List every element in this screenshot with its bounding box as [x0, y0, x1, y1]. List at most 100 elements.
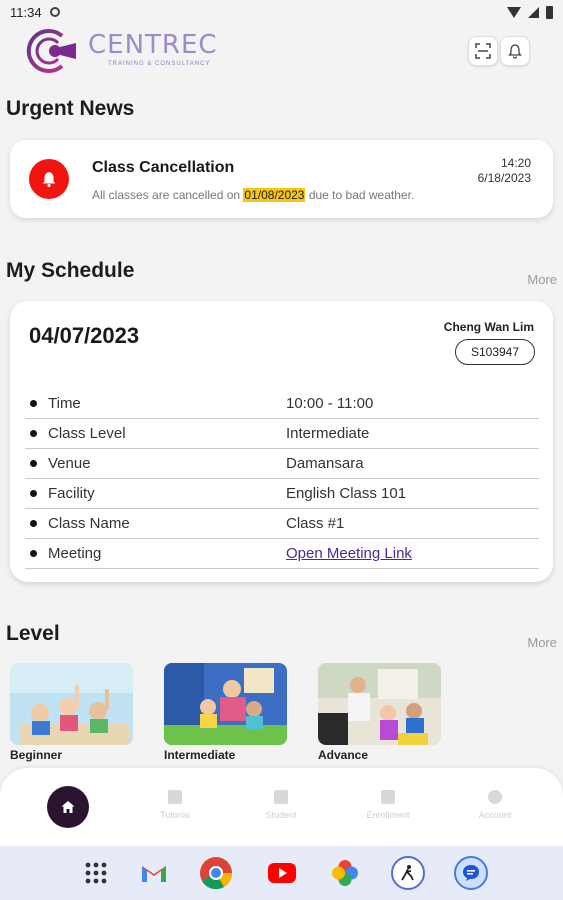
battery-icon [546, 5, 553, 19]
student-id-badge: S103947 [455, 339, 535, 365]
news-timestamp: 14:20 6/18/2023 [478, 156, 531, 186]
account-icon [488, 790, 502, 804]
row-value: Intermediate [286, 425, 370, 442]
row-value: Damansara [286, 455, 364, 472]
student-icon [274, 790, 288, 804]
alert-badge [29, 159, 69, 199]
chat-bubble-icon [463, 865, 479, 881]
schedule-row: Venue Damansara [25, 449, 539, 479]
row-label: Venue [48, 455, 91, 472]
level-label: Beginner [10, 748, 63, 762]
news-title: Class Cancellation [92, 159, 235, 176]
news-body-prefix: All classes are cancelled on [92, 188, 244, 202]
scan-icon [475, 43, 491, 59]
messages-app-button[interactable] [454, 856, 488, 890]
nav-label: Enrollment [366, 810, 410, 820]
photos-app-button[interactable] [328, 856, 362, 890]
level-list: Beginner Intermediate Advance [10, 663, 553, 763]
schedule-date: 04/07/2023 [29, 323, 140, 348]
nav-tutorial[interactable]: Tutorial [130, 790, 220, 820]
student-name: Cheng Wan Lim [443, 320, 534, 334]
schedule-row: Class Name Class #1 [25, 509, 539, 539]
row-label: Meeting [48, 545, 102, 562]
urgent-news-title: Urgent News [6, 97, 135, 120]
schedule-row: Meeting Open Meeting Link [25, 539, 539, 569]
nav-label: Account [478, 810, 512, 820]
level-card-beginner[interactable]: Beginner [10, 663, 133, 762]
level-more-link[interactable]: More [527, 635, 557, 650]
app-header: CENTREC TRAINING & CONSULTANCY [0, 24, 563, 80]
row-label: Class Level [48, 425, 126, 442]
figure-icon [401, 865, 414, 881]
centrec-app-button[interactable] [391, 856, 425, 890]
app-grid-icon [85, 862, 107, 884]
chrome-icon [200, 857, 233, 890]
centrec-logo-icon [26, 29, 76, 73]
photos-icon [332, 860, 358, 886]
youtube-icon [268, 863, 296, 883]
news-date: 6/18/2023 [477, 171, 531, 185]
nav-student[interactable]: Student [236, 790, 326, 820]
signal-icon [528, 6, 539, 18]
status-bar: 11:34 [0, 0, 563, 24]
status-time: 11:34 [10, 4, 42, 20]
gmail-icon [142, 866, 166, 882]
bullet-icon [30, 550, 37, 557]
level-card-advance[interactable]: Advance [318, 663, 441, 762]
brand-tagline: TRAINING & CONSULTANCY [108, 61, 211, 67]
nav-enrollment[interactable]: Enrollment [343, 790, 433, 820]
scan-button[interactable] [468, 36, 498, 66]
launcher-dock [0, 846, 563, 900]
youtube-app-button[interactable] [265, 856, 299, 890]
news-body-suffix: due to bad weather. [305, 188, 415, 202]
level-card-intermediate[interactable]: Intermediate [164, 663, 287, 762]
level-label: Intermediate [164, 748, 236, 762]
chrome-app-button[interactable] [199, 856, 233, 890]
advance-image [318, 663, 441, 745]
bell-icon [508, 44, 522, 59]
enrollment-icon [381, 790, 395, 804]
schedule-details: Time 10:00 - 11:00 Class Level Intermedi… [25, 389, 539, 569]
nav-label: Tutorial [160, 810, 190, 820]
wifi-icon [507, 6, 521, 18]
schedule-card[interactable]: 04/07/2023 Cheng Wan Lim S103947 Time 10… [10, 301, 553, 582]
row-value: 10:00 - 11:00 [286, 395, 374, 412]
schedule-row: Time 10:00 - 11:00 [25, 389, 539, 419]
bullet-icon [30, 490, 37, 497]
news-body-date-highlight: 01/08/2023 [243, 188, 306, 202]
nav-home-button[interactable] [47, 786, 89, 828]
level-label: Advance [318, 748, 369, 762]
nav-label: Student [265, 810, 297, 820]
status-notification-icon [49, 7, 60, 17]
schedule-row: Facility English Class 101 [25, 479, 539, 509]
news-body: All classes are cancelled on 01/08/2023 … [92, 188, 414, 202]
row-value: Class #1 [286, 515, 345, 532]
bell-icon [42, 172, 56, 188]
row-value: English Class 101 [286, 485, 407, 502]
intermediate-image [164, 663, 287, 745]
my-schedule-title: My Schedule [6, 259, 135, 282]
tutorial-icon [168, 790, 182, 804]
schedule-more-link[interactable]: More [527, 272, 557, 287]
bullet-icon [30, 460, 37, 467]
bullet-icon [30, 520, 37, 527]
row-label: Facility [48, 485, 95, 502]
bullet-icon [30, 400, 37, 407]
row-label: Time [48, 395, 81, 412]
notifications-button[interactable] [500, 36, 530, 66]
brand: CENTREC TRAINING & CONSULTANCY [88, 30, 218, 67]
level-title: Level [6, 622, 60, 645]
news-time: 14:20 [500, 156, 531, 170]
app-drawer-button[interactable] [79, 856, 113, 890]
nav-account[interactable]: Account [450, 790, 540, 820]
bullet-icon [30, 430, 37, 437]
bottom-navigation: Tutorial Student Enrollment Account [0, 768, 563, 846]
beginner-image [10, 663, 133, 745]
home-icon [61, 801, 75, 813]
schedule-row: Class Level Intermediate [25, 419, 539, 449]
row-label: Class Name [48, 515, 130, 532]
brand-name: CENTREC [88, 30, 218, 60]
open-meeting-link[interactable]: Open Meeting Link [286, 545, 412, 562]
news-card[interactable]: Class Cancellation All classes are cance… [10, 140, 553, 218]
gmail-app-button[interactable] [137, 856, 171, 890]
